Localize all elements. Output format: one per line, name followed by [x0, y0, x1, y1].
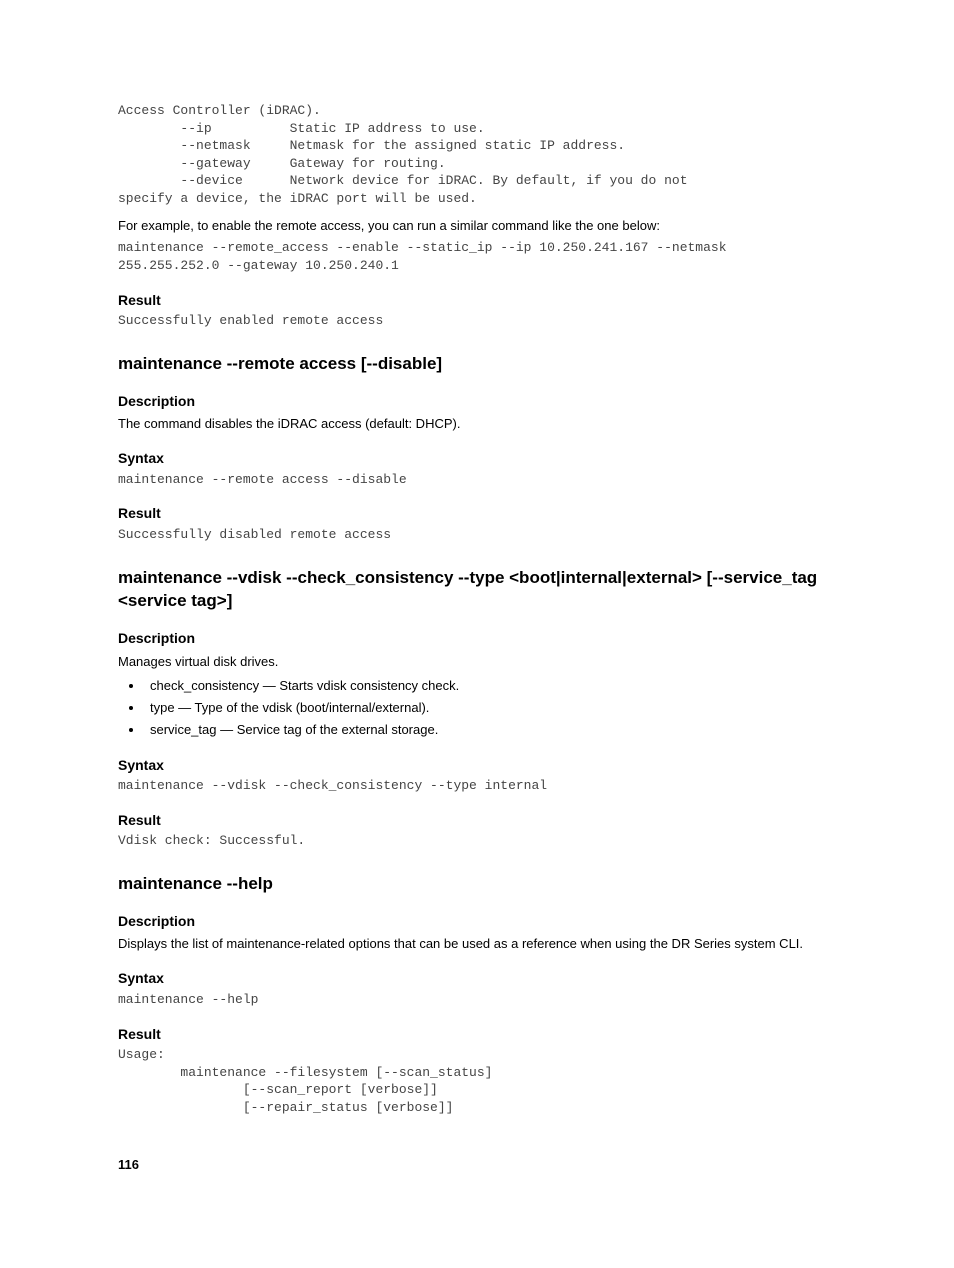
code-block-example-command: maintenance --remote_access --enable --s…	[118, 239, 836, 274]
list-item: service_tag — Service tag of the externa…	[144, 721, 836, 739]
section-title-help: maintenance --help	[118, 872, 836, 896]
result-text-enable: Successfully enabled remote access	[118, 312, 836, 330]
example-intro-text: For example, to enable the remote access…	[118, 217, 836, 235]
syntax-heading-help: Syntax	[118, 969, 836, 989]
syntax-heading-disable: Syntax	[118, 449, 836, 469]
description-heading-help: Description	[118, 912, 836, 932]
result-heading-vdisk: Result	[118, 811, 836, 831]
description-text-help: Displays the list of maintenance-related…	[118, 935, 836, 953]
result-heading-help: Result	[118, 1025, 836, 1045]
description-text-disable: The command disables the iDRAC access (d…	[118, 415, 836, 433]
result-text-disable: Successfully disabled remote access	[118, 526, 836, 544]
description-heading-disable: Description	[118, 392, 836, 412]
syntax-text-vdisk: maintenance --vdisk --check_consistency …	[118, 777, 836, 795]
list-item: type — Type of the vdisk (boot/internal/…	[144, 699, 836, 717]
result-text-vdisk: Vdisk check: Successful.	[118, 832, 836, 850]
syntax-text-help: maintenance --help	[118, 991, 836, 1009]
section-title-disable: maintenance --remote access [--disable]	[118, 352, 836, 376]
result-text-help: Usage: maintenance --filesystem [--scan_…	[118, 1046, 836, 1116]
syntax-heading-vdisk: Syntax	[118, 756, 836, 776]
code-block-access-controller: Access Controller (iDRAC). --ip Static I…	[118, 102, 836, 207]
result-heading-enable: Result	[118, 291, 836, 311]
result-heading-disable: Result	[118, 504, 836, 524]
section-title-vdisk: maintenance --vdisk --check_consistency …	[118, 566, 836, 614]
vdisk-bullet-list: check_consistency — Starts vdisk consist…	[118, 677, 836, 740]
page-number: 116	[118, 1156, 836, 1174]
syntax-text-disable: maintenance --remote access --disable	[118, 471, 836, 489]
description-text-vdisk: Manages virtual disk drives.	[118, 653, 836, 671]
list-item: check_consistency — Starts vdisk consist…	[144, 677, 836, 695]
description-heading-vdisk: Description	[118, 629, 836, 649]
